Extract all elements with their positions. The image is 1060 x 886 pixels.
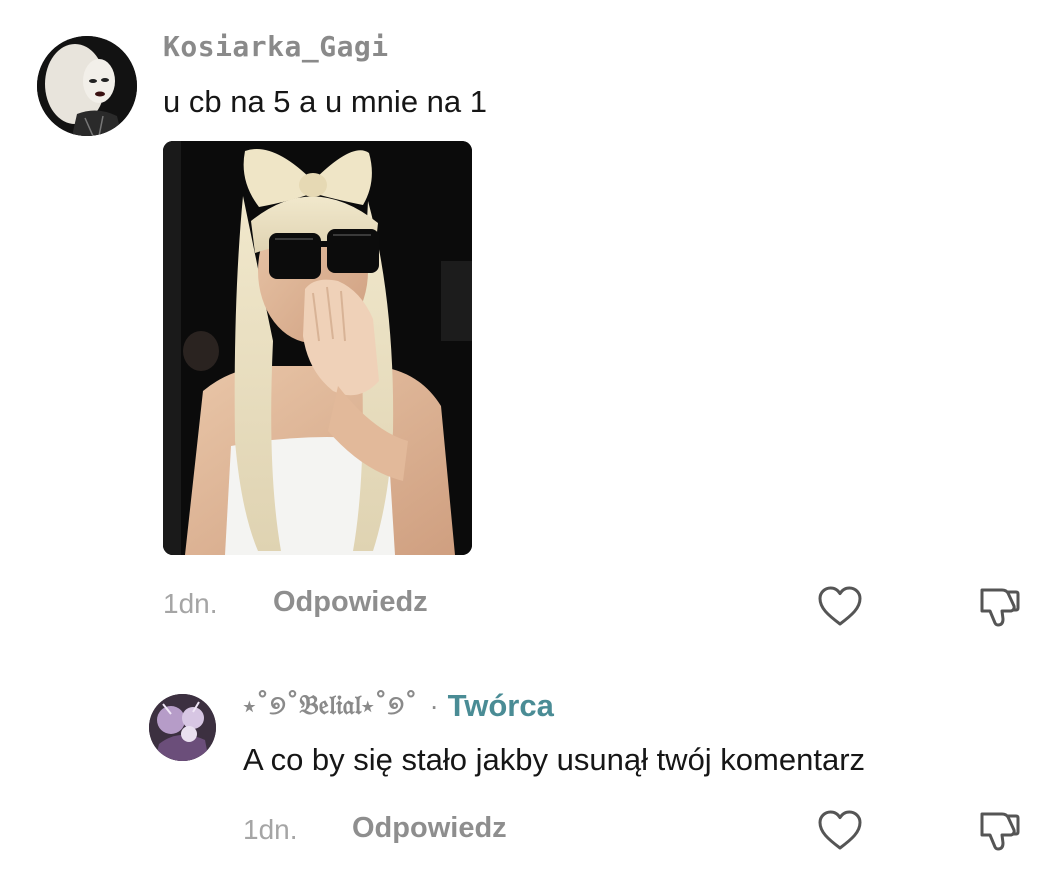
reply-button[interactable]: Odpowiedz [273, 586, 428, 619]
dislike-button[interactable] [972, 580, 1024, 632]
heart-outline-icon [818, 810, 862, 850]
avatar-image-icon [37, 36, 137, 136]
comment-text: u cb na 5 a u mnie na 1 [163, 84, 488, 119]
dislike-button[interactable] [972, 804, 1024, 856]
like-button[interactable] [814, 580, 866, 632]
comment-timestamp: 1dn. [163, 588, 218, 619]
heart-outline-icon [818, 586, 862, 626]
comment-header: ⋆˚୭˚𝔅𝔢𝔩𝔦𝔞𝔩⋆˚୭˚ · Twórca [243, 686, 554, 726]
avatar[interactable] [37, 36, 137, 136]
photo-image-icon [163, 141, 472, 555]
like-button[interactable] [814, 804, 866, 856]
comment-username[interactable]: Kosiarka_Gagi [163, 30, 389, 63]
avatar-image-icon [149, 694, 216, 761]
avatar[interactable] [149, 694, 216, 761]
comment-timestamp: 1dn. [243, 814, 298, 845]
creator-badge: Twórca [447, 688, 554, 723]
comment-username[interactable]: ⋆˚୭˚𝔅𝔢𝔩𝔦𝔞𝔩⋆˚୭˚ [243, 690, 418, 722]
separator-dot: · [429, 690, 439, 721]
comment-text: A co by się stało jakby usunął twój kome… [243, 742, 866, 777]
thumbs-down-outline-icon [980, 812, 1020, 851]
comment-image[interactable] [163, 141, 472, 555]
comments-panel: Kosiarka_Gagi u cb na 5 a u mnie na 1 1d… [0, 0, 1060, 886]
thumbs-down-outline-icon [980, 588, 1020, 627]
reply-button[interactable]: Odpowiedz [352, 812, 507, 845]
